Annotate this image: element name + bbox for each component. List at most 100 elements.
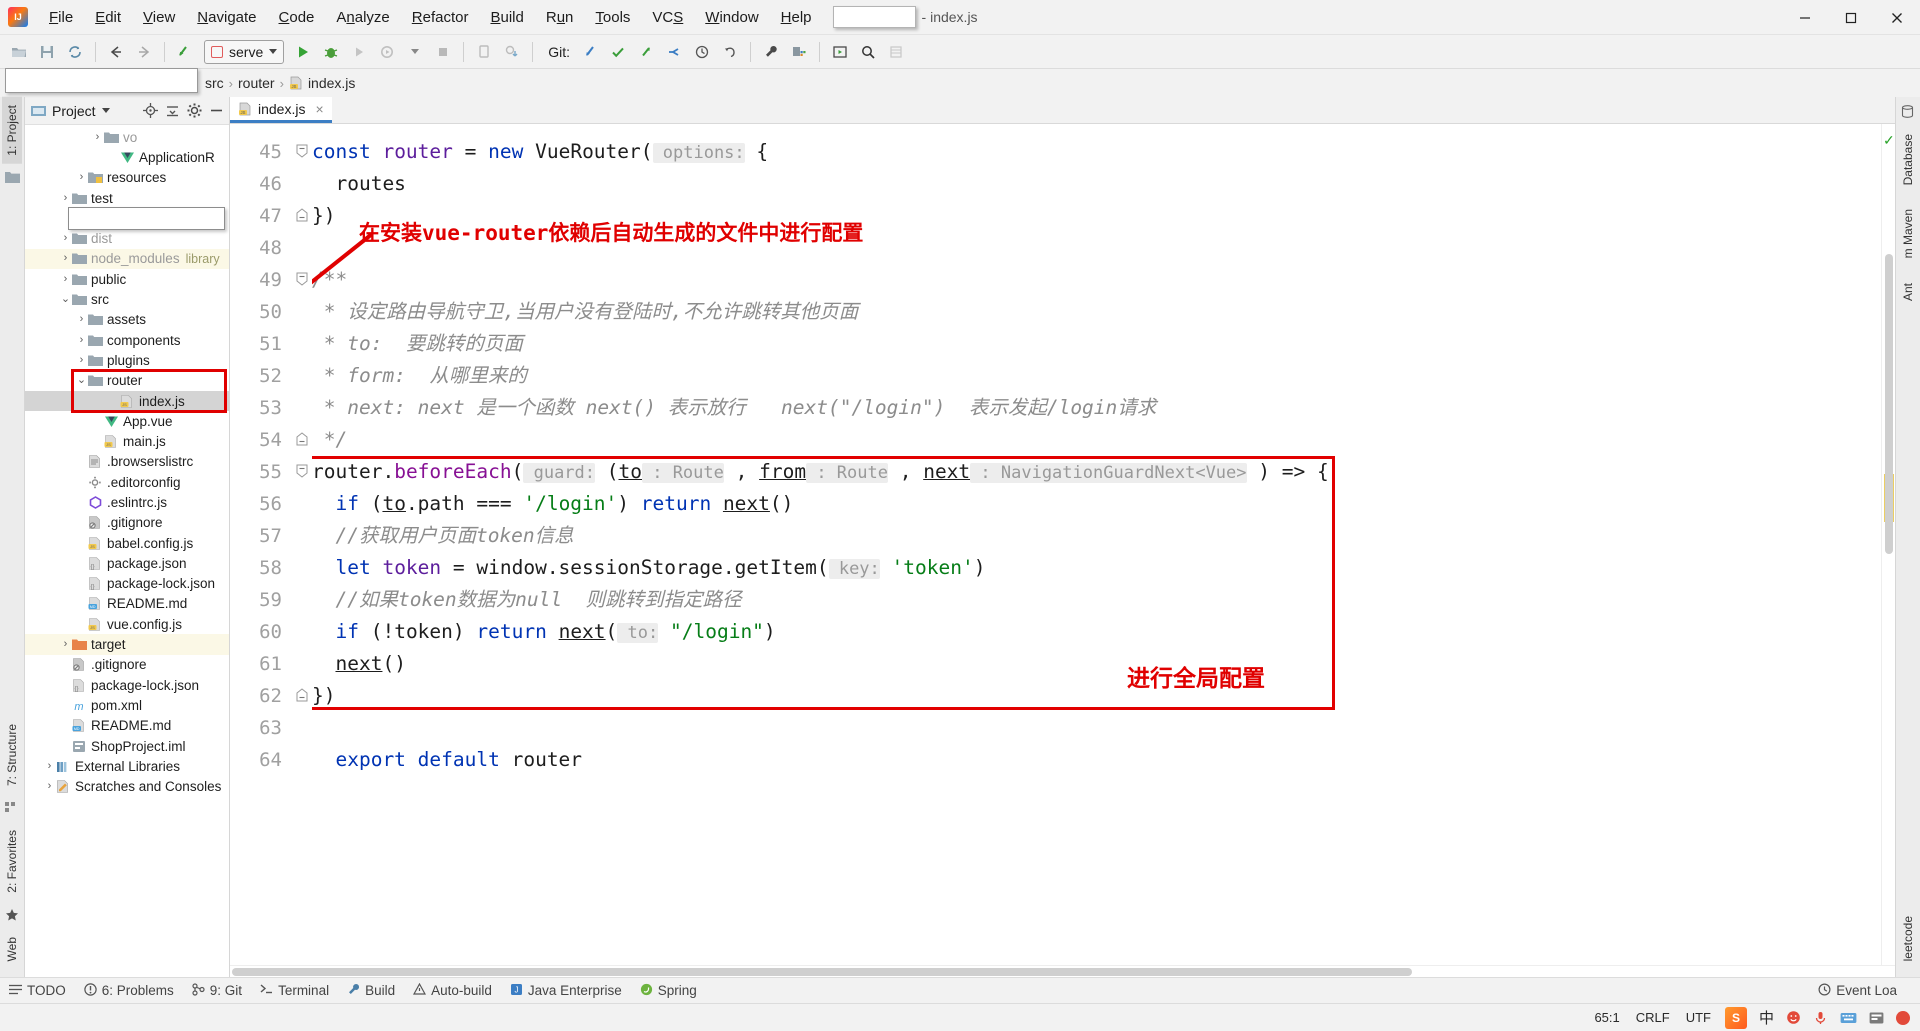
tree-item-vo[interactable]: › vo	[25, 127, 229, 147]
maximize-button[interactable]	[1828, 0, 1874, 35]
ime-record-icon[interactable]	[1890, 1010, 1920, 1025]
settings-wrench-icon[interactable]	[758, 39, 784, 65]
code-line[interactable]: export default router	[312, 744, 1881, 776]
code-line[interactable]	[312, 712, 1881, 744]
line-separator[interactable]: CRLF	[1628, 1010, 1678, 1025]
tree-item-readme-md[interactable]: MD README.md	[25, 594, 229, 614]
editor-horizontal-scrollbar[interactable]	[230, 965, 1895, 977]
code-line[interactable]: let token = window.sessionStorage.getIte…	[312, 552, 1881, 584]
tree-item-main-js[interactable]: JS main.js	[25, 431, 229, 451]
editor-tab-indexjs[interactable]: JS index.js ×	[230, 97, 332, 123]
window-controls[interactable]	[1782, 0, 1920, 35]
run-configuration-selector[interactable]: serve	[204, 39, 285, 64]
structure-icon[interactable]	[4, 801, 20, 815]
hscroll-thumb[interactable]	[232, 968, 1412, 976]
sogou-ime-logo[interactable]: S	[1719, 1006, 1753, 1029]
tree-item-node-modules[interactable]: › node_modules library	[25, 248, 229, 270]
tool-button-spring[interactable]: Spring	[631, 980, 706, 1002]
git-push-icon[interactable]	[633, 39, 659, 65]
tree-item-components[interactable]: › components	[25, 330, 229, 350]
tool-button-terminal[interactable]: Terminal	[251, 980, 338, 1001]
menu-vcs[interactable]: VCS	[641, 5, 694, 30]
chevron-right-icon[interactable]: ›	[43, 760, 56, 772]
code-line[interactable]: /**	[312, 264, 1881, 296]
tool-tab-favorites[interactable]: 2: Favorites	[2, 822, 22, 901]
code-line[interactable]: //获取用户页面token信息	[312, 520, 1881, 552]
tree-item-public[interactable]: › public	[25, 269, 229, 289]
folder-icon[interactable]	[4, 171, 20, 185]
code-line[interactable]: //如果token数据为null 则跳转到指定路径	[312, 584, 1881, 616]
run-with-coverage-icon[interactable]	[346, 39, 372, 65]
menu-build[interactable]: Build	[479, 5, 534, 30]
menu-refactor[interactable]: Refactor	[401, 5, 480, 30]
tree-item-assets[interactable]: › assets	[25, 310, 229, 330]
code-editor[interactable]: 45 46 47 48 49 50 51 52 53 54 55 56 57 58 59 60 61 62 63 64…	[230, 124, 1895, 965]
menu-run[interactable]: Run	[535, 5, 585, 30]
project-structure-icon[interactable]	[786, 39, 812, 65]
tree-item--gitignore[interactable]: .gitignore	[25, 513, 229, 533]
save-all-icon[interactable]	[34, 39, 60, 65]
fold-start-icon[interactable]	[296, 272, 308, 286]
debug-icon[interactable]	[318, 39, 344, 65]
tree-item-package-lock-json[interactable]: {} package-lock.json	[25, 675, 229, 695]
menu-analyze[interactable]: Analyze	[325, 5, 400, 30]
main-toolbar[interactable]: serve Git:	[0, 35, 1920, 69]
chevron-right-icon[interactable]: ›	[75, 354, 88, 366]
menu-view[interactable]: View	[132, 5, 186, 30]
breadcrumb-router[interactable]: router	[238, 75, 275, 91]
tool-button-event-log[interactable]: Event Loa	[1809, 980, 1906, 1002]
attach-debugger-icon[interactable]	[471, 39, 497, 65]
fold-end-icon[interactable]	[296, 688, 308, 702]
project-file-tree[interactable]: › vo ApplicationR › resources › test › dist › node…	[25, 125, 229, 977]
menu-tools[interactable]: Tools	[584, 5, 641, 30]
tool-tab-leetcode[interactable]: leetcode	[1898, 908, 1918, 969]
code-line[interactable]: * form: 从哪里来的	[312, 360, 1881, 392]
chevron-right-icon[interactable]: ›	[75, 334, 88, 346]
menu-help[interactable]: Help	[770, 5, 823, 30]
tool-button-git[interactable]: 9: Git	[183, 980, 251, 1002]
chevron-right-icon[interactable]: ›	[43, 781, 56, 792]
tree-item-applicationr[interactable]: ApplicationR	[25, 147, 229, 167]
menu-bar[interactable]: File Edit View Navigate Code Analyze Ref…	[38, 5, 823, 30]
git-update-icon[interactable]	[577, 39, 603, 65]
ime-keyboard-icon[interactable]	[1834, 1011, 1863, 1025]
tree-item--eslintrc-js[interactable]: .eslintrc.js	[25, 492, 229, 512]
tree-item-package-json[interactable]: {} package.json	[25, 553, 229, 573]
tool-button-java-enterprise[interactable]: J Java Enterprise	[501, 980, 631, 1002]
git-commit-icon[interactable]	[605, 39, 631, 65]
tree-item-resources[interactable]: › resources	[25, 168, 229, 188]
tree-item-package-lock-json[interactable]: {} package-lock.json	[25, 574, 229, 594]
tree-item--gitignore[interactable]: .gitignore	[25, 655, 229, 675]
settings-gear-icon[interactable]	[186, 103, 202, 119]
chevron-right-icon[interactable]: ›	[59, 253, 72, 264]
star-icon[interactable]	[5, 908, 20, 922]
menu-code[interactable]: Code	[268, 5, 326, 30]
open-folder-icon[interactable]	[6, 39, 32, 65]
ime-mic-icon[interactable]	[1807, 1010, 1834, 1025]
code-line[interactable]: next()	[312, 648, 1881, 680]
tool-button-todo[interactable]: TODO	[0, 980, 75, 1001]
fold-gutter[interactable]	[292, 124, 312, 965]
tool-button-build[interactable]: Build	[338, 980, 404, 1002]
chevron-down-icon[interactable]	[101, 108, 110, 113]
minimize-button[interactable]	[1782, 0, 1828, 35]
chevron-down-icon[interactable]: ⌄	[75, 375, 88, 386]
profile-icon[interactable]	[374, 39, 400, 65]
tree-item-test[interactable]: › test	[25, 188, 229, 208]
tool-window-bar[interactable]: TODO 6: Problems 9: Git Terminal Build A…	[0, 977, 1920, 1003]
profile-dropdown-icon[interactable]	[402, 39, 428, 65]
tree-item-app-vue[interactable]: App.vue	[25, 411, 229, 431]
hide-panel-icon[interactable]	[208, 103, 224, 119]
locate-icon[interactable]	[142, 103, 158, 119]
chevron-down-icon[interactable]: ⌄	[59, 294, 72, 305]
navigate-back-icon[interactable]	[103, 39, 129, 65]
ime-smiley-icon[interactable]	[1780, 1010, 1807, 1025]
code-line[interactable]: router.beforeEach( guard: (to : Route , …	[312, 456, 1881, 488]
close-icon[interactable]: ×	[315, 101, 323, 117]
chevron-right-icon[interactable]: ›	[75, 314, 88, 325]
code-line[interactable]: * 设定路由导航守卫,当用户没有登陆时,不允许跳转其他页面	[312, 296, 1881, 328]
tree-item-index-js[interactable]: JS index.js	[25, 390, 229, 412]
tree-item-plugins[interactable]: › plugins	[25, 350, 229, 370]
tree-item-external-libraries[interactable]: › External Libraries	[25, 756, 229, 776]
tool-tab-project[interactable]: 1: Project	[2, 97, 22, 164]
